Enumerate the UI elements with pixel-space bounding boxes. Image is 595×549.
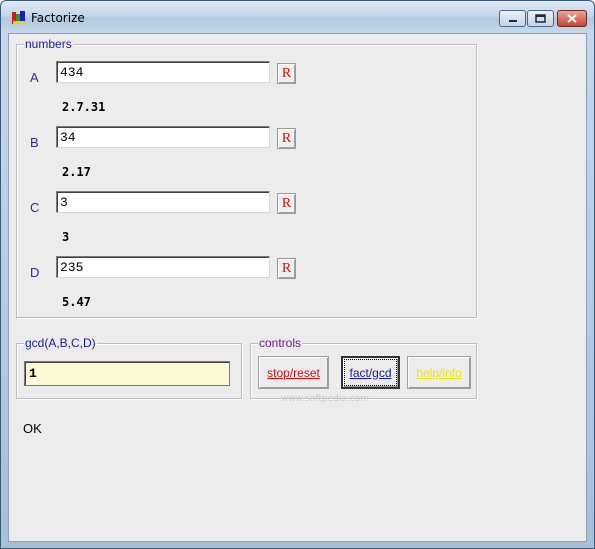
factors-c: 3 — [62, 230, 70, 244]
window-title: Factorize — [31, 11, 85, 25]
reset-d-button[interactable]: R — [277, 258, 296, 279]
numbers-group-legend: numbers — [24, 37, 73, 51]
number-b-input[interactable] — [56, 126, 270, 148]
app-window: Factorize numbers A R 2.7.31 B — [0, 0, 595, 549]
number-a-input[interactable] — [56, 61, 270, 83]
close-button[interactable] — [557, 10, 587, 27]
number-d-input[interactable] — [56, 256, 270, 278]
row-letter-d: D — [30, 265, 40, 280]
row-letter-a: A — [30, 70, 39, 85]
gcd-group-legend: gcd(A,B,C,D) — [24, 336, 97, 350]
help-info-button[interactable]: help/info — [407, 356, 471, 389]
reset-a-button[interactable]: R — [277, 63, 296, 84]
number-c-input[interactable] — [56, 191, 270, 213]
client-area: numbers A R 2.7.31 B R 2.17 C R 3 D R 5.… — [8, 33, 587, 542]
minimize-icon — [508, 10, 518, 28]
stop-reset-button[interactable]: stop/reset — [258, 356, 329, 389]
row-letter-c: C — [30, 200, 40, 215]
factors-d: 5.47 — [62, 295, 91, 309]
controls-group-legend: controls — [258, 336, 303, 350]
status-text: OK — [23, 421, 42, 436]
gcd-result-field: 1 — [24, 361, 230, 386]
close-icon — [567, 10, 577, 28]
title-bar[interactable]: Factorize — [1, 1, 594, 33]
row-letter-b: B — [30, 135, 39, 150]
maximize-button[interactable] — [527, 10, 554, 27]
factors-a: 2.7.31 — [62, 100, 106, 114]
fact-gcd-button[interactable]: fact/gcd — [341, 356, 400, 389]
reset-b-button[interactable]: R — [277, 128, 296, 149]
app-icon — [11, 10, 27, 26]
maximize-icon — [535, 10, 546, 28]
reset-c-button[interactable]: R — [277, 193, 296, 214]
factors-b: 2.17 — [62, 165, 91, 179]
softpedia-watermark: www.softpedia.com — [281, 394, 369, 404]
minimize-button[interactable] — [499, 10, 526, 27]
